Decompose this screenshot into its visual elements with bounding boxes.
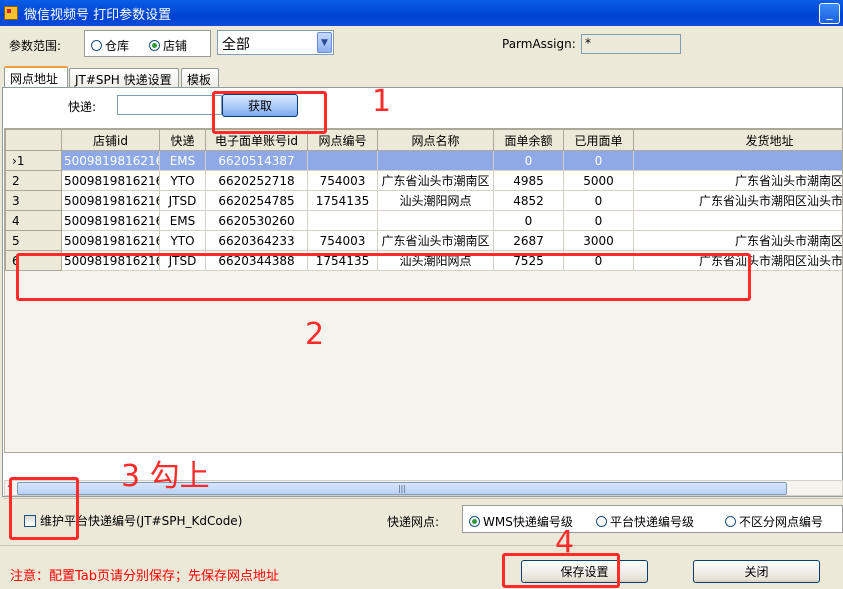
- no-distinction-radio[interactable]: [725, 516, 736, 527]
- col-header-express[interactable]: 快递: [159, 129, 206, 151]
- outlet-grid: 店铺id 快递 电子面单账号id 网点编号 网点名称 面单余额 已用面单 发货地…: [5, 129, 842, 271]
- cell-outlet-code[interactable]: 754003: [307, 230, 378, 251]
- cell-account-id[interactable]: 6620514387: [205, 150, 308, 171]
- platform-radio[interactable]: [596, 516, 607, 527]
- cell-outlet-name[interactable]: 广东省汕头市潮南区: [377, 230, 494, 251]
- parm-assign-label: ParmAssign:: [502, 37, 576, 51]
- cell-ship-address[interactable]: 广东省汕头市潮阳区汕头市潮阳区谷饶: [633, 190, 842, 211]
- cell-balance[interactable]: 0: [493, 210, 564, 231]
- cell-outlet-name[interactable]: [377, 150, 494, 171]
- col-header-balance[interactable]: 面单余额: [493, 129, 564, 151]
- cell-outlet-name[interactable]: 汕头潮阳网点: [377, 190, 494, 211]
- cell-express[interactable]: YTO: [159, 230, 206, 251]
- cell-express[interactable]: EMS: [159, 210, 206, 231]
- app-icon: [4, 6, 18, 20]
- store-radio[interactable]: [149, 40, 160, 51]
- annotation-label-2: 2: [305, 317, 325, 352]
- footer-divider: [0, 545, 843, 546]
- close-button[interactable]: 关闭: [693, 560, 820, 583]
- chevron-down-icon[interactable]: ▼: [317, 32, 332, 53]
- tab-outlet-address[interactable]: 网点地址: [4, 66, 68, 88]
- express-point-option-none[interactable]: 不区分网点编号: [725, 513, 823, 530]
- cell-express[interactable]: EMS: [159, 150, 206, 171]
- parm-assign-field[interactable]: *: [581, 34, 681, 54]
- cell-balance[interactable]: 4985: [493, 170, 564, 191]
- cell-outlet-name[interactable]: 广东省汕头市潮南区: [377, 170, 494, 191]
- table-row[interactable]: 4 5009819816216 EMS 6620530260 0 0: [5, 210, 842, 231]
- cell-outlet-code[interactable]: 754003: [307, 170, 378, 191]
- table-row[interactable]: ›1 5009819816216 EMS 6620514387 0 0: [5, 150, 842, 171]
- title-bar: 微信视频号 打印参数设置 _: [0, 0, 843, 26]
- store-combo[interactable]: 全部 ▼: [217, 30, 334, 55]
- annotation-box-3: [9, 477, 79, 540]
- cell-ship-address[interactable]: 广东省汕头市潮南区美莱顺内衣: [633, 230, 842, 251]
- annotation-label-1: 1: [372, 84, 392, 119]
- cell-store-id[interactable]: 5009819816216: [61, 230, 160, 251]
- annotation-box-2: [16, 253, 751, 301]
- cell-account-id[interactable]: 6620530260: [205, 210, 308, 231]
- cell-balance[interactable]: 0: [493, 150, 564, 171]
- scope-label: 参数范围:: [9, 39, 62, 53]
- tab-template[interactable]: 模板: [181, 68, 219, 88]
- row-header[interactable]: 2: [5, 170, 62, 191]
- col-header-used[interactable]: 已用面单: [563, 129, 634, 151]
- express-point-option-platform[interactable]: 平台快递编号级: [596, 513, 694, 530]
- grid-header: 店铺id 快递 电子面单账号id 网点编号 网点名称 面单余额 已用面单 发货地…: [5, 129, 842, 151]
- cell-balance[interactable]: 4852: [493, 190, 564, 211]
- cell-account-id[interactable]: 6620364233: [205, 230, 308, 251]
- wms-radio[interactable]: [469, 516, 480, 527]
- express-point-label: 快递网点:: [387, 515, 440, 529]
- annotation-label-3: 3 勾上: [121, 459, 210, 494]
- footer-note: 注意：配置Tab页请分别保存；先保存网点地址: [10, 569, 280, 584]
- cell-balance[interactable]: 2687: [493, 230, 564, 251]
- scope-option-warehouse[interactable]: 仓库: [91, 37, 129, 54]
- cell-used[interactable]: 0: [563, 210, 634, 231]
- cell-ship-address[interactable]: [633, 150, 842, 171]
- warehouse-radio[interactable]: [91, 40, 102, 51]
- row-header[interactable]: 5: [5, 230, 62, 251]
- col-header-row: [5, 129, 62, 151]
- cell-outlet-name[interactable]: [377, 210, 494, 231]
- col-header-store-id[interactable]: 店铺id: [61, 129, 160, 151]
- cell-store-id[interactable]: 5009819816216: [61, 150, 160, 171]
- row-header[interactable]: ›1: [5, 150, 62, 171]
- annotation-box-1: [212, 91, 327, 134]
- row-header[interactable]: 3: [5, 190, 62, 211]
- col-header-outlet-name[interactable]: 网点名称: [377, 129, 494, 151]
- cell-outlet-code[interactable]: [307, 150, 378, 171]
- cell-used[interactable]: 3000: [563, 230, 634, 251]
- cell-account-id[interactable]: 6620252718: [205, 170, 308, 191]
- express-label: 快递:: [68, 100, 97, 114]
- store-combo-value: 全部: [222, 37, 250, 53]
- cell-express[interactable]: YTO: [159, 170, 206, 191]
- table-row[interactable]: 2 5009819816216 YTO 6620252718 754003 广东…: [5, 170, 842, 191]
- cell-store-id[interactable]: 5009819816216: [61, 190, 160, 211]
- cell-store-id[interactable]: 5009819816216: [61, 170, 160, 191]
- cell-express[interactable]: JTSD: [159, 190, 206, 211]
- cell-used[interactable]: 0: [563, 150, 634, 171]
- scope-group: 仓库 店铺: [84, 30, 211, 57]
- table-row[interactable]: 3 5009819816216 JTSD 6620254785 1754135 …: [5, 190, 842, 211]
- cell-outlet-code[interactable]: 1754135: [307, 190, 378, 211]
- row-header[interactable]: 4: [5, 210, 62, 231]
- cell-store-id[interactable]: 5009819816216: [61, 210, 160, 231]
- cell-outlet-code[interactable]: [307, 210, 378, 231]
- scope-option-store[interactable]: 店铺: [149, 37, 187, 54]
- table-row[interactable]: 5 5009819816216 YTO 6620364233 754003 广东…: [5, 230, 842, 251]
- express-input[interactable]: [117, 95, 222, 115]
- cell-used[interactable]: 0: [563, 190, 634, 211]
- col-header-ship-address[interactable]: 发货地址: [633, 129, 842, 151]
- window-title: 微信视频号 打印参数设置: [24, 7, 172, 23]
- cell-ship-address[interactable]: 广东省汕头市潮南区美莱顺内衣: [633, 170, 842, 191]
- cell-account-id[interactable]: 6620254785: [205, 190, 308, 211]
- tab-jt-sph-express[interactable]: JT#SPH 快递设置: [69, 68, 179, 88]
- cell-used[interactable]: 5000: [563, 170, 634, 191]
- cell-ship-address[interactable]: [633, 210, 842, 231]
- express-point-group: WMS快递编号级 平台快递编号级 不区分网点编号: [462, 505, 843, 533]
- minimize-button[interactable]: _: [819, 2, 840, 24]
- annotation-label-4: 4: [555, 525, 575, 560]
